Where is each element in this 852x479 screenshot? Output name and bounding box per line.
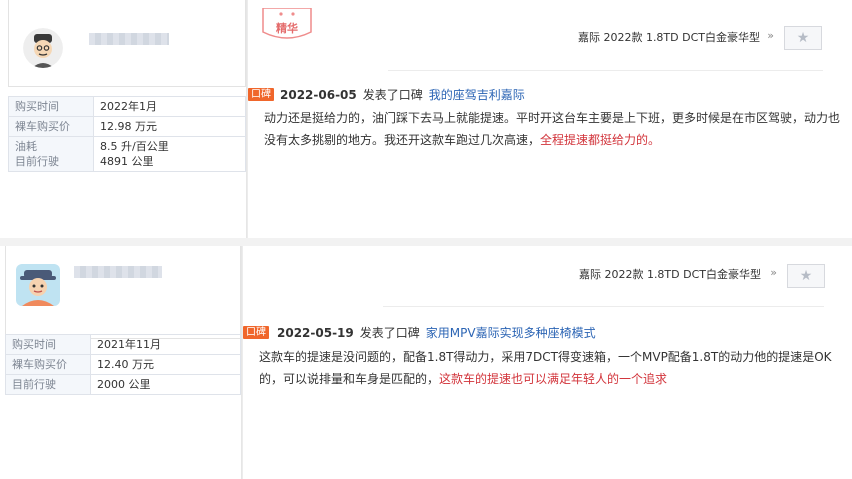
review-card-2: 购买时间 2021年11月 裸车购买价 12.40 万元 目前行驶 2000 公里 嘉… [0,246,852,479]
info-row: 目前行驶 2000 公里 [5,374,241,395]
review-content: 精华 嘉际 2022款 1.8TD DCT白金豪华型 » ★ 口碑 2022-0… [247,0,848,238]
review-tag: 口碑 [248,88,274,101]
post-action: 发表了口碑 [359,326,420,340]
review-body: 这款车的提速是没问题的，配备1.8T得动力，采用7DCT得变速箱，一个MVP配备… [259,346,844,390]
car-model-link[interactable]: 嘉际 2022款 1.8TD DCT白金豪华型 [578,29,760,45]
info-key: 购买时间 [8,96,94,117]
car-model-link[interactable]: 嘉际 2022款 1.8TD DCT白金豪华型 [579,266,761,282]
favorite-star-button[interactable]: ★ [784,26,822,50]
avatar[interactable] [23,28,63,68]
info-value: 2000 公里 [90,374,241,395]
info-key: 购买时间 [5,334,91,355]
card-separator [0,238,852,246]
username-blurred[interactable] [74,266,162,278]
review-body: 动力还是挺给力的，油门踩下去马上就能提速。平时开这台车主要是上下班，更多时候是在… [264,107,844,151]
post-date: 2022-05-19 [277,326,354,340]
info-row: 油耗 目前行驶 8.5 升/百公里 4891 公里 [8,136,246,172]
info-value: 12.98 万元 [93,116,246,137]
user-panel: 购买时间 2022年1月 裸车购买价 12.98 万元 油耗 目前行驶 8.5 升/百… [8,0,247,238]
info-row: 购买时间 2021年11月 [5,334,241,355]
info-key: 裸车购买价 [5,354,91,375]
more-chevron-icon[interactable]: » [770,266,777,279]
review-header: 2022-06-05 发表了口碑 我的座驾吉利嘉际 [280,86,525,103]
favorite-star-button[interactable]: ★ [787,264,825,288]
info-value: 8.5 升/百公里 4891 公里 [93,136,246,172]
username-blurred[interactable] [89,33,169,45]
review-title-link[interactable]: 我的座驾吉利嘉际 [429,88,525,102]
essence-badge: 精华 [260,7,314,42]
divider [388,70,823,71]
review-highlight: 这款车的提速也可以满足年轻人的一个追求 [439,372,668,386]
info-row: 购买时间 2022年1月 [8,96,246,117]
avatar[interactable] [16,264,60,306]
review-tag: 口碑 [243,326,269,339]
avatar-icon [16,264,60,306]
info-row: 裸车购买价 12.98 万元 [8,116,246,137]
info-key: 裸车购买价 [8,116,94,137]
review-title-link[interactable]: 家用MPV嘉际实现多种座椅模式 [426,326,596,340]
post-date: 2022-06-05 [280,88,357,102]
review-header: 2022-05-19 发表了口碑 家用MPV嘉际实现多种座椅模式 [277,324,596,341]
purchase-info-table: 购买时间 2022年1月 裸车购买价 12.98 万元 油耗 目前行驶 8.5 升/百… [8,96,246,172]
user-box [8,0,246,87]
info-value: 2021年11月 [90,334,241,355]
post-action: 发表了口碑 [362,88,423,102]
purchase-info-table: 购买时间 2021年11月 裸车购买价 12.40 万元 目前行驶 2000 公里 [5,334,241,395]
avatar-icon [23,28,63,68]
more-chevron-icon[interactable]: » [767,29,774,42]
review-card-1: 购买时间 2022年1月 裸车购买价 12.98 万元 油耗 目前行驶 8.5 升/百… [0,0,852,238]
info-value: 2022年1月 [93,96,246,117]
user-panel: 购买时间 2021年11月 裸车购买价 12.40 万元 目前行驶 2000 公里 [5,246,242,479]
info-key: 油耗 目前行驶 [8,136,94,172]
essence-badge-label: 精华 [276,22,298,35]
review-highlight: 全程提速都挺给力的。 [540,133,661,147]
info-row: 裸车购买价 12.40 万元 [5,354,241,375]
user-box [5,246,241,339]
review-content: 嘉际 2022款 1.8TD DCT白金豪华型 » ★ 口碑 2022-05-1… [242,246,849,479]
divider [383,306,824,307]
info-value: 12.40 万元 [90,354,241,375]
info-key: 目前行驶 [5,374,91,395]
